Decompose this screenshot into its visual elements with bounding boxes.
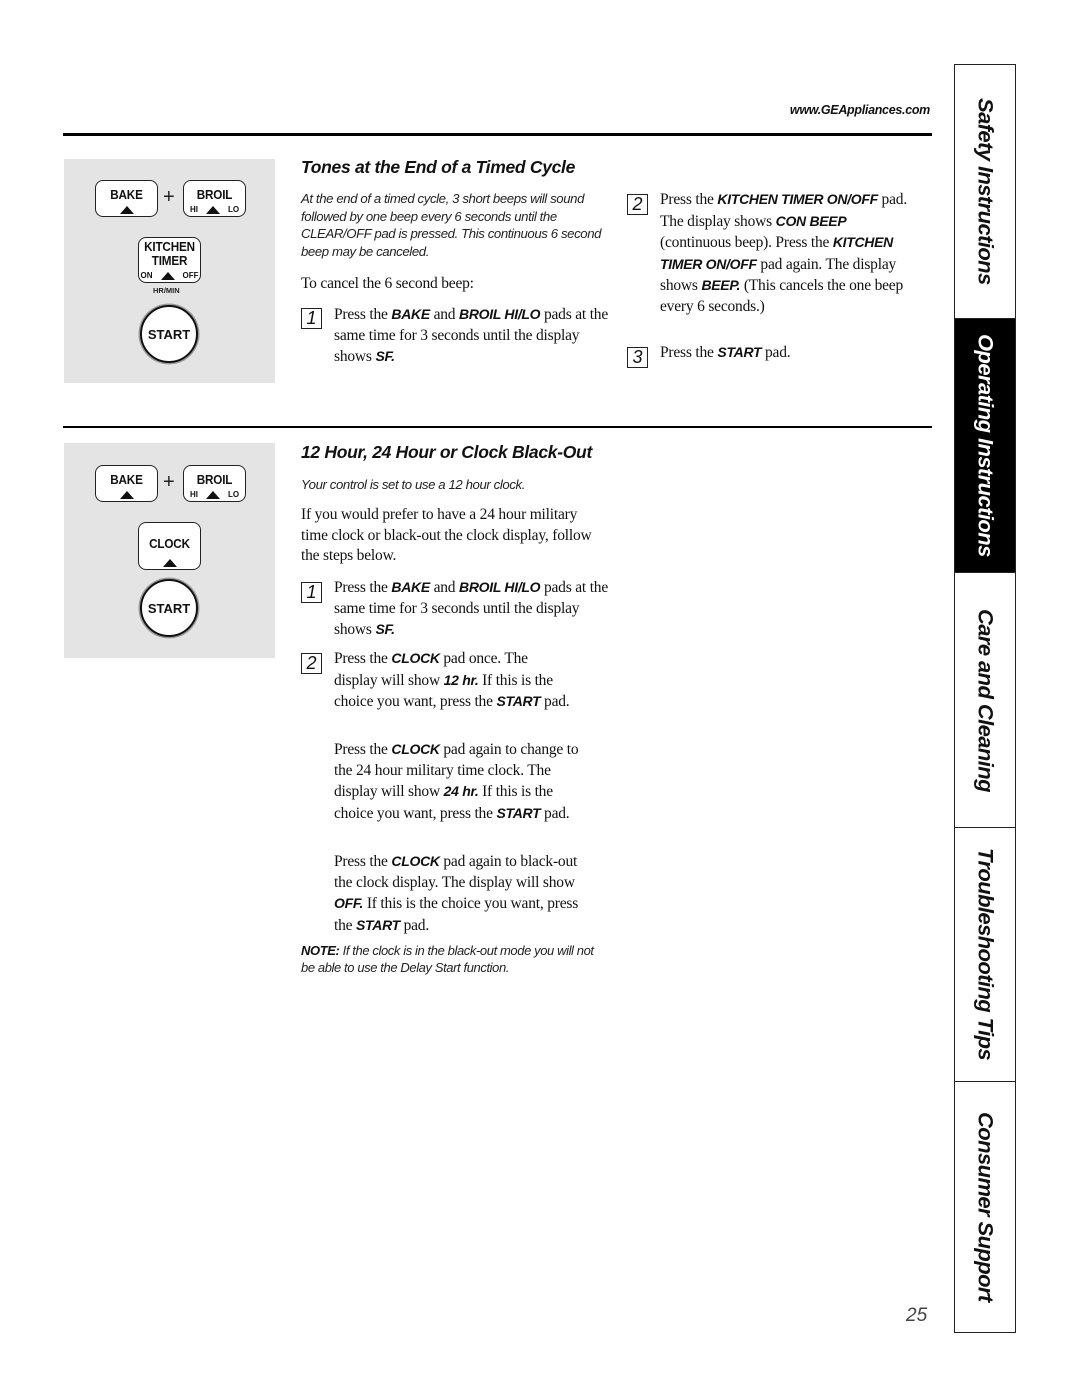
page-number: 25 (906, 1305, 928, 1326)
side-tabs: Safety Instructions Operating Instructio… (954, 64, 1016, 1333)
arrow-up-icon (205, 491, 220, 499)
section-lead-clock: If you would prefer to have a 24 hour mi… (301, 506, 592, 564)
start-key: START (140, 305, 198, 363)
bake-key-label: BAKE (110, 187, 143, 202)
clock-key: CLOCK (138, 522, 201, 570)
start-key: START (140, 579, 198, 637)
tab-safety-instructions[interactable]: Safety Instructions (955, 65, 1015, 319)
clock-key-label: CLOCK (149, 536, 190, 551)
arrow-up-icon (162, 559, 177, 567)
step-text: Press the KITCHEN TIMER ON/OFF pad. The … (660, 191, 907, 315)
section-title-clock: 12 Hour, 24 Hour or Clock Black-Out (301, 442, 592, 462)
plus-sign: + (163, 186, 175, 208)
section-title-tones: Tones at the End of a Timed Cycle (301, 157, 576, 177)
step-text: Press the BAKE and BROIL HI/LO pads at t… (334, 579, 609, 638)
kitchen-timer-key: KITCHEN TIMER ON OFF (138, 237, 201, 283)
note: NOTE: If the clock is in the black-out m… (301, 942, 601, 976)
step-text: Press the BAKE and BROIL HI/LO pads at t… (334, 306, 609, 365)
timer-off-label: OFF (182, 271, 199, 280)
arrow-up-icon (160, 272, 175, 280)
broil-lo-label: LO (227, 205, 240, 214)
hr-min-label: HR/MIN (153, 286, 180, 295)
tab-troubleshooting-tips[interactable]: Troubleshooting Tips (955, 828, 1015, 1082)
note-label: NOTE: (301, 943, 340, 958)
broil-lo-label: LO (227, 490, 240, 499)
website-url: www.GEAppliances.com (789, 103, 930, 117)
section-intro-clock: Your control is set to use a 12 hour clo… (301, 477, 525, 492)
keypad-illustration-tones: BAKE + BROIL HI LO KITCHEN TIMER ON OFF HR… (64, 159, 275, 383)
broil-hi-label: HI (189, 205, 198, 214)
tab-operating-instructions[interactable]: Operating Instructions (955, 319, 1015, 573)
arrow-up-icon (119, 206, 134, 214)
step-number: 2 (301, 653, 322, 674)
kitchen-timer-label-2: TIMER (151, 253, 188, 268)
arrow-up-icon (119, 491, 134, 499)
step-text: Press the START pad. (660, 344, 791, 361)
step-number: 3 (627, 347, 648, 368)
section-divider (63, 426, 932, 428)
broil-key: BROIL HI LO (183, 180, 246, 217)
step-text: Press the CLOCK pad once. The display wi… (334, 650, 570, 710)
bake-key: BAKE (95, 465, 158, 502)
bake-key: BAKE (95, 180, 158, 217)
section-divider-top (63, 133, 932, 136)
tab-care-and-cleaning[interactable]: Care and Cleaning (955, 573, 1015, 828)
kitchen-timer-label-1: KITCHEN (144, 239, 195, 254)
section-intro-tones: At the end of a timed cycle, 3 short bee… (301, 191, 602, 259)
arrow-up-icon (205, 206, 220, 214)
note-text: If the clock is in the black-out mode yo… (301, 943, 594, 975)
timer-on-label: ON (140, 271, 153, 280)
step-text-continued: Press the CLOCK pad again to change to t… (334, 741, 579, 822)
keypad-illustration-clock: BAKE + BROIL HI LO CLOCK START (64, 443, 275, 658)
step-number: 1 (301, 308, 322, 329)
broil-key-label: BROIL (196, 187, 233, 202)
broil-key-label: BROIL (196, 472, 233, 487)
plus-sign: + (163, 471, 175, 493)
section-lead-tones: To cancel the 6 second beep: (301, 275, 474, 292)
step-number: 1 (301, 582, 322, 603)
tab-consumer-support[interactable]: Consumer Support (955, 1082, 1015, 1332)
step-text-continued: Press the CLOCK pad again to black-out t… (334, 853, 579, 934)
step-number: 2 (627, 194, 648, 215)
bake-key-label: BAKE (110, 472, 143, 487)
broil-hi-label: HI (189, 490, 198, 499)
broil-key: BROIL HI LO (183, 465, 246, 502)
